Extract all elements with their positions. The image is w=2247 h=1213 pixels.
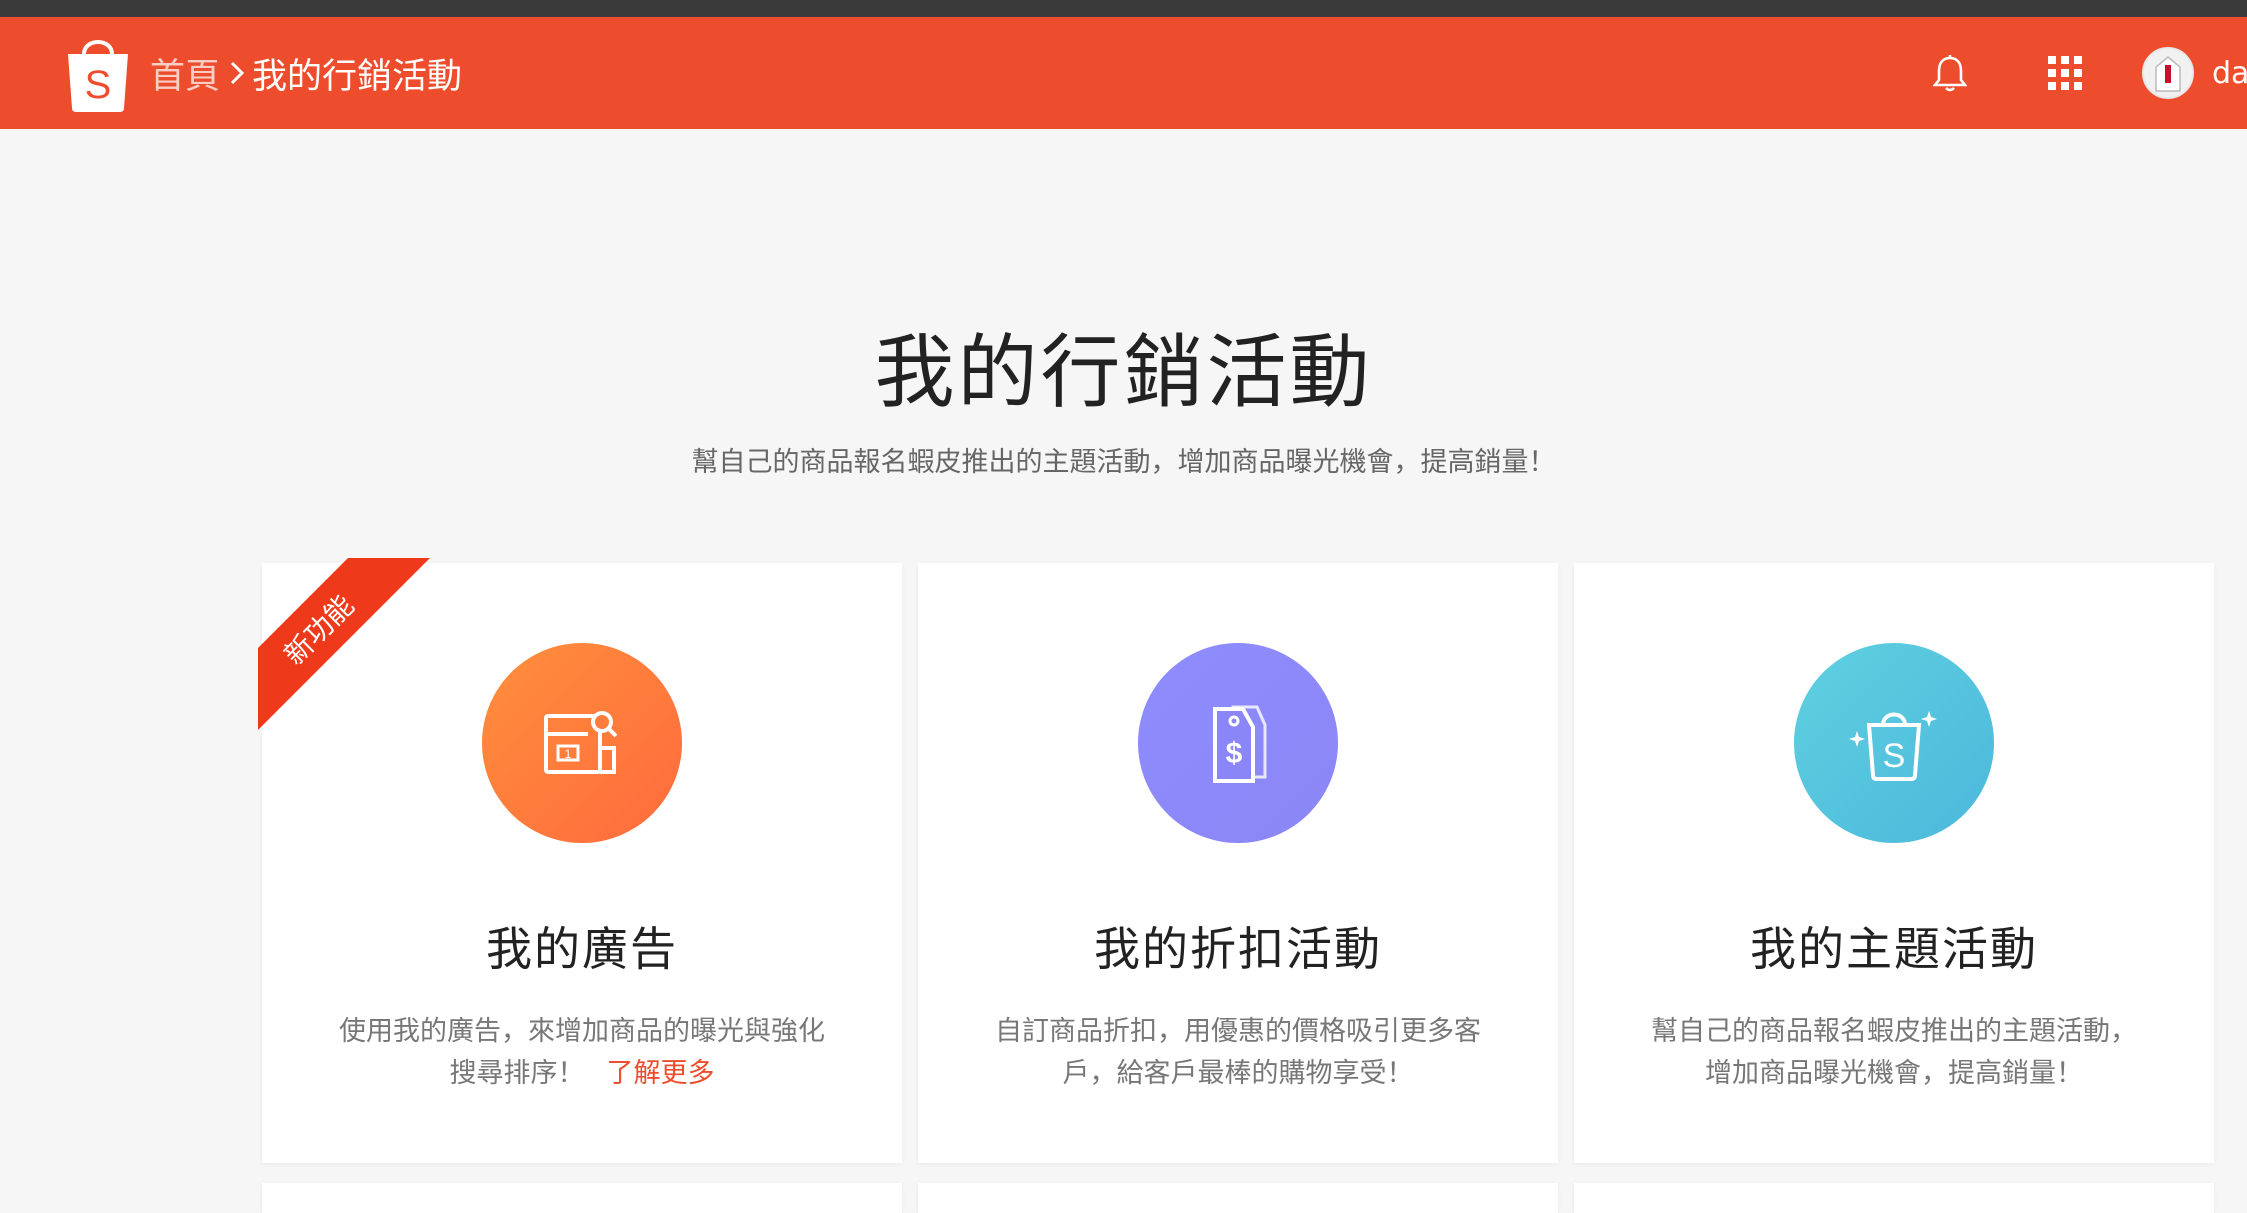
new-feature-label: 新功能 — [258, 558, 431, 733]
card-description-line: 幫自己的商品報名蝦皮推出的主題活動， — [1651, 1016, 2137, 1047]
avatar — [2142, 47, 2194, 99]
shopping-bag-icon: S — [1794, 643, 1994, 843]
next-row-card[interactable] — [918, 1183, 1558, 1213]
shopee-logo-icon[interactable]: S — [64, 32, 132, 112]
svg-text:S: S — [1883, 737, 1906, 775]
ads-search-icon: 1 — [482, 643, 682, 843]
top-header: S 首頁 我的行銷活動 da — [0, 17, 2247, 129]
browser-top-strip — [0, 0, 2247, 17]
card-title: 我的廣告 — [486, 922, 678, 976]
card-description-line: 自訂商品折扣，用優惠的價格吸引更多客 — [995, 1016, 1481, 1047]
card-description: 使用我的廣告，來增加商品的曝光與強化 搜尋排序！ 了解更多 — [322, 1011, 842, 1095]
svg-text:1: 1 — [565, 747, 572, 761]
next-row-card[interactable] — [1574, 1183, 2214, 1213]
page-subtitle: 幫自己的商品報名蝦皮推出的主題活動，增加商品曝光機會，提高銷量！ — [691, 447, 1556, 478]
breadcrumb: 首頁 我的行銷活動 — [150, 17, 462, 129]
breadcrumb-current: 我的行銷活動 — [252, 56, 463, 97]
price-tag-icon: $ — [1138, 643, 1338, 843]
username[interactable]: da — [2212, 17, 2247, 129]
chevron-right-icon — [228, 58, 246, 88]
next-row-card[interactable] — [262, 1183, 902, 1213]
my-theme-event-card[interactable]: S 我的主題活動 幫自己的商品報名蝦皮推出的主題活動， 增加商品曝光機會，提高銷… — [1574, 563, 2214, 1163]
card-description-line: 戶，給客戶最棒的購物享受！ — [1062, 1058, 1414, 1089]
card-description: 自訂商品折扣，用優惠的價格吸引更多客 戶，給客戶最棒的購物享受！ — [978, 1011, 1498, 1095]
bell-icon[interactable] — [1930, 17, 1970, 129]
card-title: 我的主題活動 — [1750, 922, 2038, 976]
card-title: 我的折扣活動 — [1094, 922, 1382, 976]
breadcrumb-home-link[interactable]: 首頁 — [150, 48, 220, 99]
grid-icon[interactable] — [2045, 17, 2085, 129]
page-title: 我的行銷活動 — [874, 326, 1373, 419]
svg-text:S: S — [85, 63, 112, 107]
new-feature-ribbon: 新功能 — [258, 558, 433, 733]
my-discount-card[interactable]: $ 我的折扣活動 自訂商品折扣，用優惠的價格吸引更多客 戶，給客戶最棒的購物享受… — [918, 563, 1558, 1163]
avatar-button[interactable] — [2142, 17, 2194, 129]
learn-more-link[interactable]: 了解更多 — [607, 1058, 715, 1089]
svg-text:$: $ — [1226, 737, 1243, 770]
card-description-line: 增加商品曝光機會，提高銷量！ — [1705, 1058, 2083, 1089]
my-ads-card[interactable]: 新功能 1 我的廣告 使用我的廣告，來增加商品的曝光與強化 搜尋排序！ 了解更多 — [258, 558, 902, 1163]
card-description-line: 使用我的廣告，來增加商品的曝光與強化 — [339, 1016, 825, 1047]
card-description: 幫自己的商品報名蝦皮推出的主題活動， 增加商品曝光機會，提高銷量！ — [1634, 1011, 2154, 1095]
card-description-line: 搜尋排序！ 了解更多 — [322, 1053, 842, 1095]
card-description-text: 搜尋排序！ — [449, 1058, 585, 1089]
